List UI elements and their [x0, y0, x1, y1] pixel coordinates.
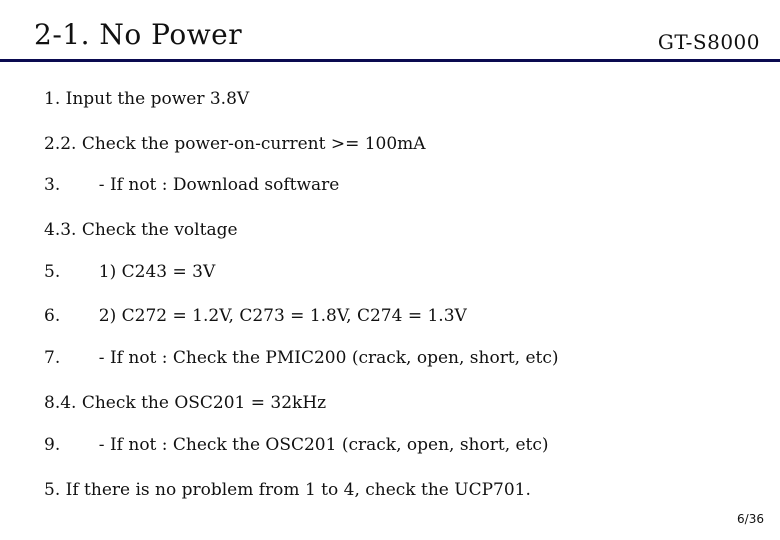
step-number: 3.	[44, 175, 61, 195]
step-number: 7.	[44, 348, 61, 368]
step-line: 5. If there is no problem from 1 to 4, c…	[44, 480, 531, 500]
step-text: - If not : Download software	[88, 175, 340, 195]
step-line: 1. Input the power 3.8V	[44, 89, 249, 109]
step-text: 5. If there is no problem from 1 to 4, c…	[44, 480, 531, 500]
step-number: 5.	[44, 262, 61, 282]
step-line: 2.2. Check the power-on-current >= 100mA	[44, 134, 426, 154]
step-text: 8.4. Check the OSC201 = 32kHz	[44, 393, 327, 413]
step-line: 6. 2) C272 = 1.2V, C273 = 1.8V, C274 = 1…	[44, 306, 467, 326]
step-line: 9. - If not : Check the OSC201 (crack, o…	[44, 435, 549, 455]
step-number: 9.	[44, 435, 61, 455]
step-number: 6.	[44, 306, 61, 326]
step-line: 8.4. Check the OSC201 = 32kHz	[44, 393, 326, 413]
step-text: - If not : Check the PMIC200 (crack, ope…	[88, 348, 559, 368]
step-text: 4.3. Check the voltage	[44, 220, 238, 240]
step-text: 2.2. Check the power-on-current >= 100mA	[44, 134, 426, 154]
slide-title: 2-1. No Power	[34, 18, 243, 51]
step-text: 1) C243 = 3V	[88, 262, 216, 282]
step-line: 3. - If not : Download software	[44, 175, 339, 195]
step-text: - If not : Check the OSC201 (crack, open…	[88, 435, 549, 455]
title-divider	[0, 59, 780, 62]
step-text: 1. Input the power 3.8V	[44, 89, 250, 109]
step-line: 4.3. Check the voltage	[44, 220, 238, 240]
model-label: GT-S8000	[657, 30, 760, 54]
step-text: 2) C272 = 1.2V, C273 = 1.8V, C274 = 1.3V	[88, 306, 467, 326]
step-line: 5. 1) C243 = 3V	[44, 262, 215, 282]
page-number: 6/36	[737, 512, 764, 526]
step-line: 7. - If not : Check the PMIC200 (crack, …	[44, 348, 559, 368]
